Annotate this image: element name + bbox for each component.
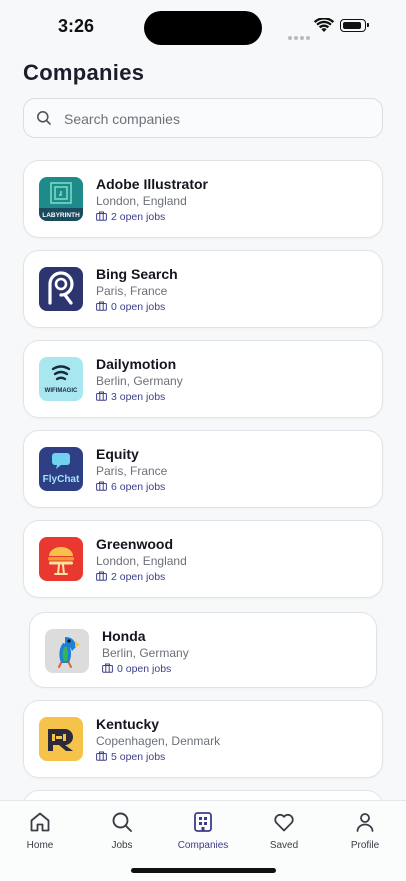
- company-name: Bing Search: [96, 266, 178, 282]
- battery-icon: [340, 19, 369, 32]
- briefcase-icon: [96, 391, 107, 404]
- open-jobs: 2 open jobs: [96, 571, 165, 584]
- search-bar[interactable]: [23, 98, 383, 139]
- tab-jobs[interactable]: Jobs: [82, 809, 162, 851]
- signal-icon: [288, 27, 312, 45]
- company-location: Paris, France: [96, 464, 168, 478]
- tab-home[interactable]: Home: [0, 809, 80, 851]
- briefcase-icon: [96, 751, 107, 764]
- home-icon: [0, 809, 80, 835]
- briefcase-icon: [96, 571, 107, 584]
- wifimagic-logo-icon: WIFIMAGIC: [39, 357, 83, 401]
- company-name: Dailymotion: [96, 356, 177, 372]
- open-jobs: 0 open jobs: [96, 301, 165, 314]
- page-title: Companies: [23, 60, 145, 85]
- briefcase-icon: [102, 663, 113, 676]
- open-jobs-count: 0 open jobs: [117, 663, 172, 675]
- heart-icon: [244, 809, 324, 835]
- flychat-logo-icon: FlyChat: [39, 447, 83, 491]
- company-card-equity[interactable]: FlyChat Equity Paris, France 6 open jobs: [23, 430, 383, 508]
- tab-label: Companies: [177, 840, 229, 851]
- company-name: Greenwood: [96, 536, 174, 552]
- search-input[interactable]: [62, 99, 366, 139]
- company-location: Copenhagen, Denmark: [96, 734, 221, 748]
- company-location: Berlin, Germany: [96, 374, 183, 388]
- open-jobs-count: 2 open jobs: [111, 211, 166, 223]
- status-bar: 3:26: [0, 0, 406, 56]
- person-icon: [325, 809, 405, 835]
- svg-text:WIFIMAGIC: WIFIMAGIC: [45, 388, 78, 394]
- company-name: Honda: [102, 628, 146, 644]
- briefcase-icon: [96, 481, 107, 494]
- open-jobs: 3 open jobs: [96, 391, 165, 404]
- labyrinth-logo-icon: LABYRINTH: [39, 177, 83, 221]
- company-card-greenwood[interactable]: Greenwood London, England 2 open jobs: [23, 520, 383, 598]
- company-name: Adobe Illustrator: [96, 176, 209, 192]
- company-card-dailymotion[interactable]: WIFIMAGIC Dailymotion Berlin, Germany 3 …: [23, 340, 383, 418]
- dumbbell-logo-icon: [39, 717, 83, 761]
- company-name: Kentucky: [96, 716, 160, 732]
- search-icon: [36, 110, 52, 131]
- company-name: Equity: [96, 446, 139, 462]
- tab-label: Home: [26, 840, 54, 851]
- tab-label: Saved: [269, 840, 299, 851]
- burger-logo-icon: [39, 537, 83, 581]
- open-jobs-count: 5 open jobs: [111, 751, 166, 763]
- search-icon: [82, 809, 162, 835]
- home-indicator[interactable]: [131, 868, 276, 873]
- company-location: Berlin, Germany: [102, 646, 189, 660]
- tab-companies[interactable]: Companies: [163, 809, 243, 851]
- open-jobs-count: 0 open jobs: [111, 301, 166, 313]
- company-card-adobe-illustrator[interactable]: LABYRINTH Adobe Illustrator London, Engl…: [23, 160, 383, 238]
- company-card-kentucky[interactable]: Kentucky Copenhagen, Denmark 5 open jobs: [23, 700, 383, 778]
- svg-text:LABYRINTH: LABYRINTH: [42, 212, 80, 219]
- open-jobs: 5 open jobs: [96, 751, 165, 764]
- open-jobs-count: 3 open jobs: [111, 391, 166, 403]
- tab-label: Jobs: [111, 840, 133, 851]
- tab-saved[interactable]: Saved: [244, 809, 324, 851]
- company-card-honda[interactable]: Honda Berlin, Germany 0 open jobs: [29, 612, 377, 688]
- wifi-icon: [313, 17, 335, 38]
- company-location: London, England: [96, 194, 187, 208]
- briefcase-icon: [96, 211, 107, 224]
- company-card-bing-search[interactable]: Bing Search Paris, France 0 open jobs: [23, 250, 383, 328]
- tab-profile[interactable]: Profile: [325, 809, 405, 851]
- tab-label: Profile: [350, 840, 380, 851]
- open-jobs: 2 open jobs: [96, 211, 165, 224]
- open-jobs-count: 6 open jobs: [111, 481, 166, 493]
- dynamic-island: [144, 11, 262, 45]
- building-icon: [163, 809, 243, 835]
- status-time: 3:26: [58, 16, 95, 36]
- signal-logo-icon: [39, 267, 83, 311]
- briefcase-icon: [96, 301, 107, 314]
- open-jobs: 0 open jobs: [102, 663, 171, 676]
- open-jobs-count: 2 open jobs: [111, 571, 166, 583]
- open-jobs: 6 open jobs: [96, 481, 165, 494]
- company-location: Paris, France: [96, 284, 168, 298]
- svg-text:FlyChat: FlyChat: [43, 474, 80, 485]
- parrot-logo-icon: [45, 629, 89, 673]
- company-location: London, England: [96, 554, 187, 568]
